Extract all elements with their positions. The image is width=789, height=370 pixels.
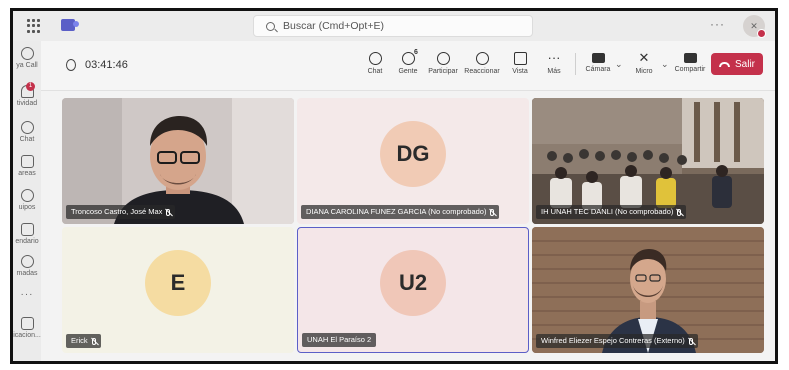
search-icon <box>266 21 275 31</box>
chat-icon <box>20 121 34 134</box>
participant-tile[interactable]: U2 UNAH El Paraíso 2 <box>297 227 529 353</box>
teams-logo-icon <box>61 19 79 31</box>
participant-name-tag: Troncoso Castro, José Max <box>66 205 176 219</box>
participant-avatar: E <box>145 250 211 316</box>
participant-name-tag: Erick <box>66 334 101 348</box>
mic-off-icon: ✕ <box>638 50 650 65</box>
participant-name: Troncoso Castro, José Max <box>71 207 163 216</box>
left-rail: ya Call 1 tividad Chat areas uipos endar… <box>13 41 41 361</box>
participant-tile[interactable]: DG DIANA CAROLINA FUNEZ GARCIA (No compr… <box>297 98 529 224</box>
tasks-icon <box>20 155 34 168</box>
share-icon <box>683 53 697 63</box>
rail-item-label: madas <box>16 270 38 277</box>
apps-icon <box>20 317 34 330</box>
rail-item-label: areas <box>18 170 36 177</box>
more-options-icon[interactable]: ··· <box>710 17 725 31</box>
rail-item-activity[interactable]: 1 tividad <box>13 82 41 107</box>
participant-name: UNAH El Paraíso 2 <box>307 335 372 344</box>
mic-muted-icon <box>91 337 96 345</box>
teams-icon <box>20 189 34 202</box>
rail-item-tasks[interactable]: areas <box>13 155 41 177</box>
mic-muted-icon <box>166 208 171 216</box>
meeting-info-icon[interactable] <box>66 59 76 71</box>
share-button-label: Compartir <box>674 66 706 73</box>
participant-name: Erick <box>71 336 88 345</box>
participant-tile[interactable]: Winfred Eliezer Espejo Contreras (Extern… <box>532 227 764 353</box>
meeting-timer: 03:41:46 <box>85 59 128 71</box>
camera-button-label: Cámara <box>585 66 611 73</box>
mic-button[interactable]: ✕ Micro <box>623 50 665 76</box>
more-button[interactable]: ··· Más <box>533 50 575 76</box>
title-bar: Buscar (Cmd+Opt+E) ··· ✕ <box>13 11 775 41</box>
rail-item-label: ya Call <box>16 62 38 69</box>
view-button-label: Vista <box>512 68 528 75</box>
camera-icon <box>591 53 605 63</box>
react-button[interactable]: Reaccionar <box>461 51 503 75</box>
view-icon <box>513 52 527 65</box>
avatar-initials: E <box>170 270 186 295</box>
mic-button-label: Micro <box>635 68 653 75</box>
leave-button[interactable]: Salir <box>711 53 763 75</box>
participant-name-tag: Winfred Eliezer Espejo Contreras (Extern… <box>536 334 698 348</box>
participant-tile[interactable]: E Erick <box>62 227 294 353</box>
mic-muted-icon <box>688 337 693 345</box>
chat-button-label: Chat <box>367 68 383 75</box>
rail-item-label: icacion... <box>13 332 41 339</box>
rail-item-chat[interactable]: Chat <box>13 121 41 143</box>
mic-options-chevron-icon[interactable]: ⌄ <box>661 59 669 70</box>
teams-window: Buscar (Cmd+Opt+E) ··· ✕ ya Call 1 tivid… <box>10 8 778 364</box>
participant-name-tag: IH UNAH TEC DANLI (No comprobado) <box>536 205 687 219</box>
raise-hand-icon <box>436 52 450 65</box>
rail-item-calendar[interactable]: endario <box>13 223 41 245</box>
rail-item-label: uipos <box>18 204 36 211</box>
rail-item-calls-2[interactable]: madas <box>13 255 41 277</box>
toolbar-divider <box>575 53 576 75</box>
calls-icon <box>20 47 34 60</box>
participant-avatar: DG <box>380 121 446 187</box>
participant-tile[interactable]: IH UNAH TEC DANLI (No comprobado) <box>532 98 764 224</box>
rail-item-apps[interactable]: icacion... <box>13 317 41 339</box>
raise-hand-label: Participar <box>428 68 458 75</box>
rail-more-icon[interactable]: ··· <box>13 289 41 300</box>
chat-icon <box>368 52 382 65</box>
mic-muted-icon <box>677 208 682 216</box>
rail-item-label: endario <box>15 238 39 245</box>
leave-button-label: Salir <box>734 58 755 70</box>
notification-badge: 1 <box>26 82 35 91</box>
search-placeholder: Buscar (Cmd+Opt+E) <box>283 20 384 32</box>
rail-item-calls[interactable]: ya Call <box>13 47 41 69</box>
participant-tile[interactable]: Troncoso Castro, José Max <box>62 98 294 224</box>
mic-muted-icon <box>490 208 495 216</box>
calendar-icon <box>20 223 34 236</box>
participant-name-tag: UNAH El Paraíso 2 <box>302 333 377 347</box>
avatar-initials: DG <box>396 141 430 166</box>
share-button[interactable]: Compartir <box>669 51 711 73</box>
phone-icon <box>20 255 34 268</box>
more-button-label: Más <box>547 68 561 75</box>
people-button-label: Gente <box>398 68 418 75</box>
react-button-label: Reaccionar <box>464 68 500 75</box>
hang-up-icon <box>718 61 730 67</box>
user-avatar[interactable]: ✕ <box>743 15 766 38</box>
app-launcher-icon[interactable] <box>27 19 41 33</box>
camera-options-chevron-icon[interactable]: ⌄ <box>615 59 623 70</box>
people-count: 6 <box>414 49 418 56</box>
search-box[interactable]: Buscar (Cmd+Opt+E) <box>253 15 533 37</box>
participant-name: Winfred Eliezer Espejo Contreras (Extern… <box>541 336 685 345</box>
avatar-initials: U2 <box>398 270 428 295</box>
participant-name-tag: DIANA CAROLINA FUNEZ GARCIA (No comproba… <box>301 205 500 219</box>
participant-avatar: U2 <box>380 250 446 316</box>
rail-item-label: tividad <box>16 100 38 107</box>
raise-hand-button[interactable]: Participar <box>422 51 464 75</box>
participant-name: DIANA CAROLINA FUNEZ GARCIA (No comproba… <box>306 207 487 216</box>
people-icon <box>401 52 415 65</box>
camera-button[interactable]: Cámara <box>577 51 619 73</box>
more-icon: ··· <box>547 50 561 65</box>
emoji-icon <box>475 52 489 65</box>
meeting-toolbar: 03:41:46 Chat 6 Gente Participar Reaccio… <box>41 41 775 91</box>
rail-item-label: Chat <box>19 136 35 143</box>
rail-item-teams[interactable]: uipos <box>13 189 41 211</box>
participant-name: IH UNAH TEC DANLI (No comprobado) <box>541 207 674 216</box>
